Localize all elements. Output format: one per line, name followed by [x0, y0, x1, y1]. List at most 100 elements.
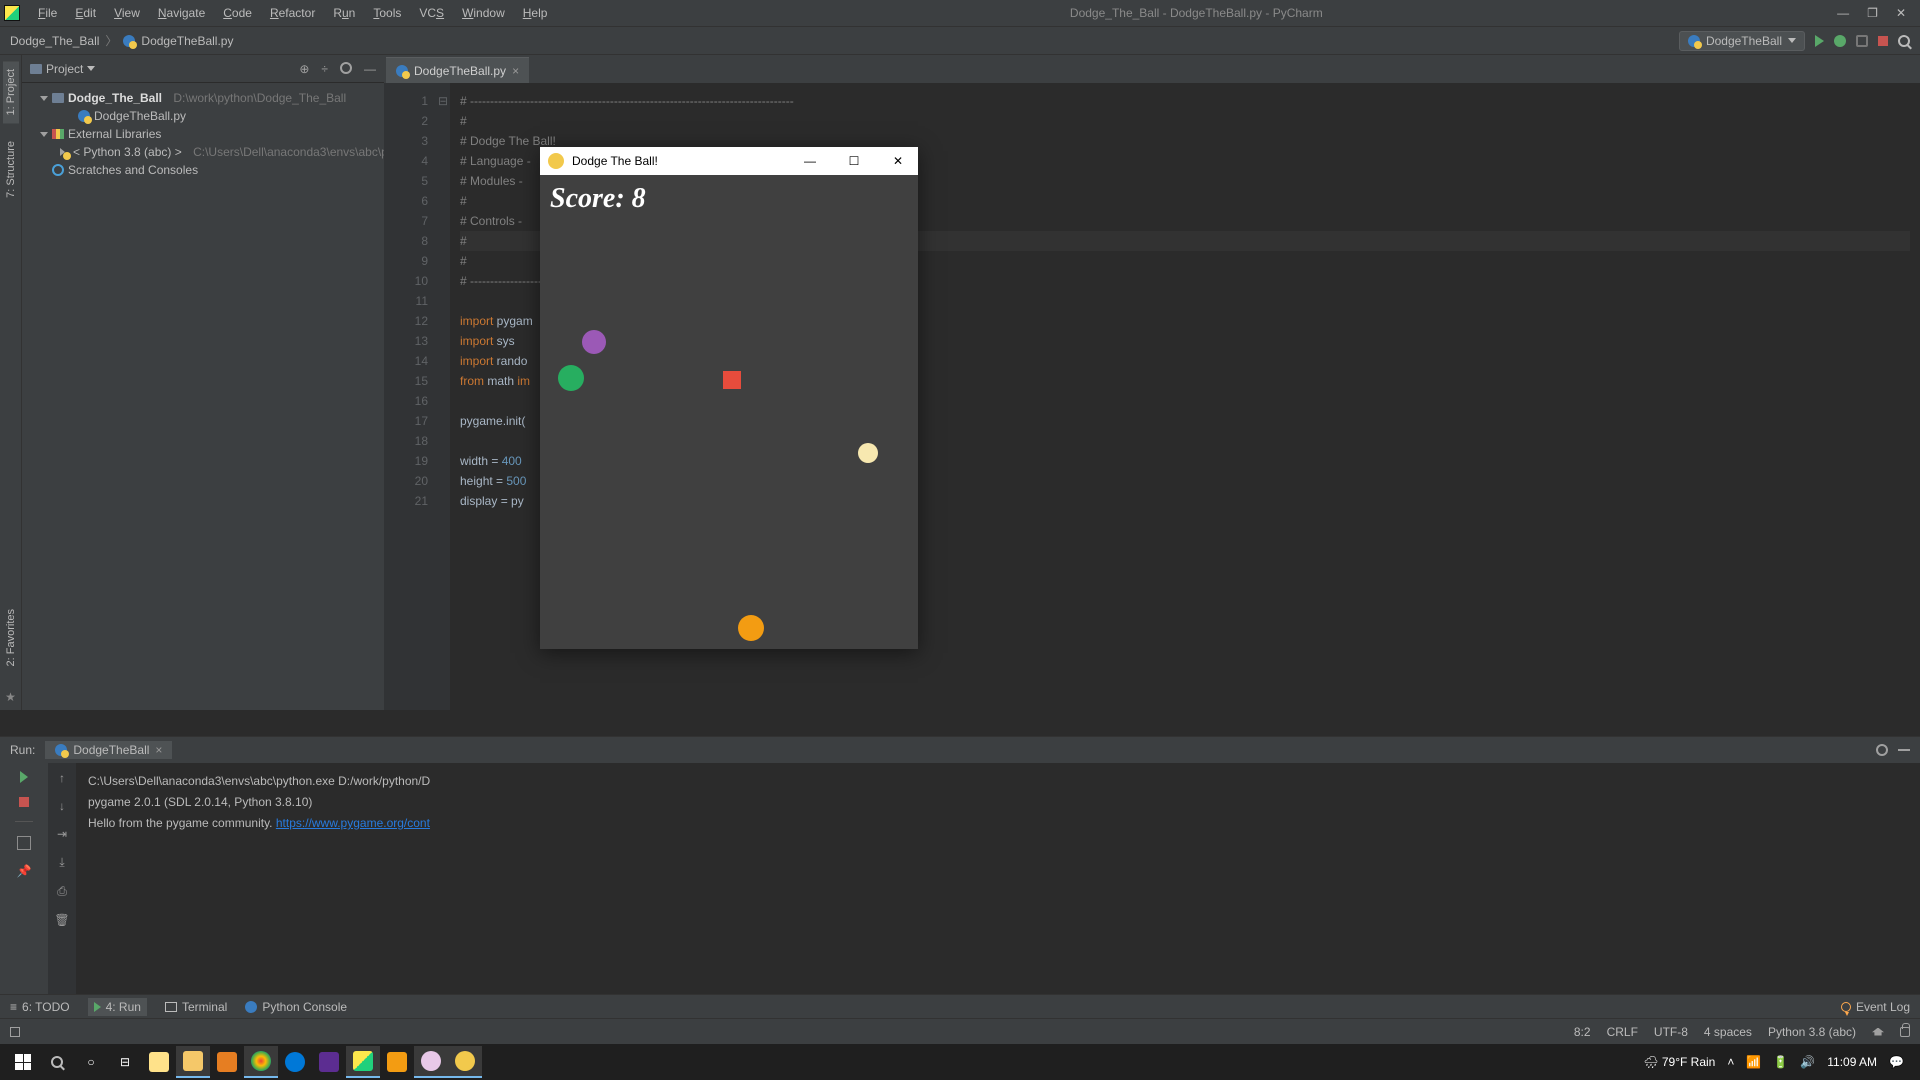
- tool-todo[interactable]: ≡ 6: TODO: [10, 1000, 70, 1014]
- coverage-button[interactable]: [1856, 35, 1868, 47]
- down-icon[interactable]: ↓: [59, 799, 65, 813]
- weather-widget[interactable]: 🌧 79°F Rain: [1643, 1055, 1715, 1069]
- battery-icon[interactable]: 🔋: [1773, 1055, 1788, 1069]
- game-window[interactable]: Dodge The Ball! — ☐ ✕ Score: 8: [540, 147, 918, 649]
- print-icon[interactable]: ⎙: [57, 884, 67, 899]
- wifi-icon[interactable]: 📶: [1746, 1055, 1761, 1069]
- taskbar-app[interactable]: [142, 1046, 176, 1078]
- menu-window[interactable]: Window: [454, 3, 513, 23]
- start-button[interactable]: [6, 1046, 40, 1078]
- menu-tools[interactable]: Tools: [365, 3, 409, 23]
- status-indent[interactable]: 4 spaces: [1704, 1025, 1752, 1039]
- tree-scratches[interactable]: Scratches and Consoles: [26, 161, 380, 179]
- taskbar-search-icon[interactable]: [40, 1046, 74, 1078]
- run-button[interactable]: [1815, 35, 1824, 47]
- breadcrumb-project[interactable]: Dodge_The_Ball: [10, 34, 99, 48]
- taskbar-app[interactable]: [414, 1046, 448, 1078]
- menu-refactor[interactable]: Refactor: [262, 3, 323, 23]
- run-tab[interactable]: DodgeTheBall ×: [45, 741, 172, 759]
- menu-vcs[interactable]: VCS: [411, 3, 452, 23]
- taskbar-app[interactable]: [176, 1046, 210, 1078]
- fold-strip[interactable]: ⊟: [436, 83, 450, 710]
- menu-edit[interactable]: Edit: [67, 3, 104, 23]
- chevron-down-icon[interactable]: [40, 96, 48, 101]
- run-config-selector[interactable]: DodgeTheBall: [1679, 31, 1805, 51]
- tool-tab-favorites[interactable]: 2: Favorites: [3, 601, 19, 674]
- task-view-icon[interactable]: ⊟: [108, 1046, 142, 1078]
- tray-chevron-icon[interactable]: ˄: [1727, 1055, 1734, 1069]
- taskbar-pygame[interactable]: [448, 1046, 482, 1078]
- project-panel-header[interactable]: Project: [30, 62, 95, 76]
- taskbar-app[interactable]: [312, 1046, 346, 1078]
- close-icon[interactable]: ✕: [1896, 6, 1906, 20]
- volume-icon[interactable]: 🔊: [1800, 1055, 1815, 1069]
- stop-button[interactable]: [19, 797, 29, 807]
- taskbar-app[interactable]: [278, 1046, 312, 1078]
- debug-button[interactable]: [1834, 35, 1846, 47]
- game-titlebar[interactable]: Dodge The Ball! — ☐ ✕: [540, 147, 918, 175]
- windows-taskbar[interactable]: ○ ⊟ 🌧 79°F Rain ˄ 📶 🔋 🔊 11:09 AM 💬: [0, 1044, 1920, 1080]
- tree-root[interactable]: Dodge_The_Ball D:\work\python\Dodge_The_…: [26, 89, 380, 107]
- gear-icon[interactable]: [1876, 744, 1888, 756]
- taskbar-pycharm[interactable]: [346, 1046, 380, 1078]
- tree-file[interactable]: DodgeTheBall.py: [26, 107, 380, 125]
- star-icon[interactable]: ★: [5, 684, 16, 710]
- tool-tab-project[interactable]: 1: Project: [3, 61, 19, 123]
- game-close-icon[interactable]: ✕: [886, 154, 910, 168]
- taskbar-app[interactable]: [244, 1046, 278, 1078]
- tool-terminal[interactable]: Terminal: [165, 1000, 227, 1014]
- collapse-icon[interactable]: ÷: [321, 62, 328, 76]
- console-link[interactable]: https://www.pygame.org/cont: [276, 816, 430, 830]
- clock[interactable]: 11:09 AM: [1827, 1055, 1877, 1069]
- tool-python-console[interactable]: Python Console: [245, 1000, 347, 1014]
- hide-icon[interactable]: —: [364, 62, 376, 76]
- taskbar-app[interactable]: [380, 1046, 414, 1078]
- scroll-icon[interactable]: ⤓: [59, 855, 64, 870]
- notifications-icon[interactable]: 💬: [1889, 1055, 1904, 1069]
- menu-view[interactable]: View: [106, 3, 148, 23]
- console-output[interactable]: C:\Users\Dell\anaconda3\envs\abc\python.…: [76, 763, 1920, 994]
- cortana-icon[interactable]: ○: [74, 1046, 108, 1078]
- stop-button[interactable]: [1878, 36, 1888, 46]
- locate-icon[interactable]: ⊕: [299, 62, 309, 76]
- layout-button[interactable]: [17, 836, 31, 850]
- menu-help[interactable]: Help: [515, 3, 556, 23]
- tab-close-icon[interactable]: ×: [155, 743, 162, 757]
- trash-icon[interactable]: 🗑: [54, 913, 69, 927]
- event-log[interactable]: Event Log: [1841, 1000, 1910, 1014]
- game-minimize-icon[interactable]: —: [798, 154, 822, 168]
- status-eol[interactable]: CRLF: [1607, 1025, 1638, 1039]
- hide-icon[interactable]: [1898, 749, 1910, 751]
- wrap-icon[interactable]: ⇥: [57, 827, 67, 841]
- menu-file[interactable]: File: [30, 3, 65, 23]
- tree-external-libs[interactable]: External Libraries: [26, 125, 380, 143]
- tab-close-icon[interactable]: ×: [512, 64, 519, 78]
- lock-icon[interactable]: [1900, 1027, 1910, 1037]
- project-tree[interactable]: Dodge_The_Ball D:\work\python\Dodge_The_…: [22, 83, 384, 185]
- game-canvas[interactable]: Score: 8: [540, 175, 918, 649]
- menu-code[interactable]: Code: [215, 3, 260, 23]
- status-position[interactable]: 8:2: [1574, 1025, 1591, 1039]
- taskbar-app[interactable]: [210, 1046, 244, 1078]
- game-maximize-icon[interactable]: ☐: [842, 154, 866, 168]
- breadcrumb[interactable]: Dodge_The_Ball 〉 DodgeTheBall.py: [10, 32, 233, 49]
- gear-icon[interactable]: [340, 62, 352, 74]
- tool-windows-icon[interactable]: [10, 1027, 20, 1037]
- pin-icon[interactable]: 📌: [17, 864, 32, 878]
- gutter[interactable]: 1 2 3 4 5 6 7 8 9 10 11 12 13 14 15 16 1…: [384, 83, 436, 710]
- editor-tab-active[interactable]: DodgeTheBall.py ×: [386, 57, 529, 83]
- up-icon[interactable]: ↑: [59, 771, 65, 785]
- reader-mode-icon[interactable]: [1872, 1028, 1884, 1036]
- tool-run[interactable]: 4: Run: [88, 998, 147, 1016]
- chevron-down-icon[interactable]: [40, 132, 48, 137]
- minimize-icon[interactable]: —: [1837, 6, 1849, 20]
- menu-run[interactable]: Run: [325, 3, 363, 23]
- rerun-button[interactable]: [20, 771, 28, 783]
- maximize-icon[interactable]: ❐: [1867, 6, 1878, 20]
- status-interpreter[interactable]: Python 3.8 (abc): [1768, 1025, 1856, 1039]
- tool-tab-structure[interactable]: 7: Structure: [3, 133, 19, 206]
- status-encoding[interactable]: UTF-8: [1654, 1025, 1688, 1039]
- search-everywhere-icon[interactable]: [1898, 35, 1910, 47]
- tree-python-env[interactable]: < Python 3.8 (abc) > C:\Users\Dell\anaco…: [26, 143, 380, 161]
- breadcrumb-file[interactable]: DodgeTheBall.py: [141, 34, 233, 48]
